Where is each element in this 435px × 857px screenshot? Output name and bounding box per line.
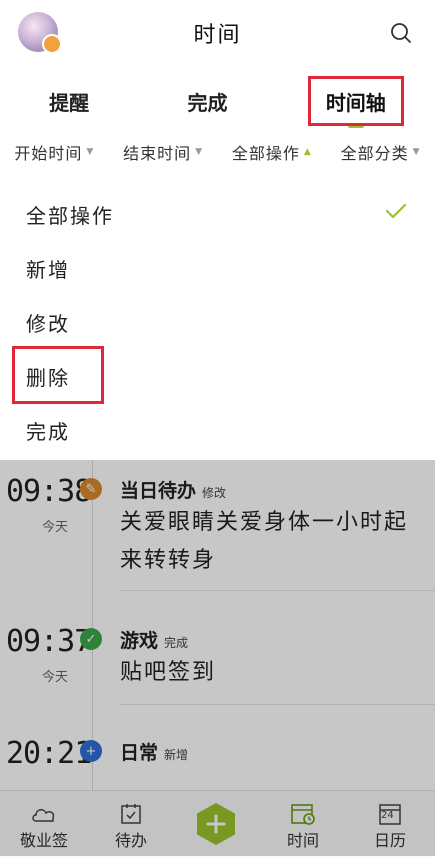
timeline-list: 09:38 今天 ✎ 当日待办 修改 关爱眼睛关爱身体一小时起来转转身 09:37… bbox=[0, 460, 435, 790]
entry-category-label: 游戏 bbox=[120, 630, 159, 652]
option-delete[interactable]: 删除 bbox=[26, 362, 70, 391]
entry-category: 当日待办 修改 bbox=[120, 476, 226, 503]
divider bbox=[120, 704, 435, 705]
add-hexagon-icon bbox=[197, 803, 235, 845]
caret-up-icon: ▲ bbox=[303, 147, 312, 157]
entry-action: 完成 bbox=[164, 636, 189, 650]
entry-time: 09:38 bbox=[6, 474, 92, 509]
nav-label: 时间 bbox=[286, 831, 319, 850]
filter-operation[interactable]: 全部操作 ▲ bbox=[232, 140, 312, 164]
nav-item-time[interactable]: 时间 bbox=[268, 801, 338, 851]
entry-category: 日常 新增 bbox=[120, 738, 188, 765]
entry-action: 修改 bbox=[202, 486, 227, 500]
check-circle-icon: ✓ bbox=[80, 628, 102, 650]
option-all-operations[interactable]: 全部操作 bbox=[26, 200, 114, 229]
option-complete[interactable]: 完成 bbox=[26, 416, 70, 445]
nav-label: 敬业签 bbox=[19, 831, 68, 850]
todo-check-icon bbox=[121, 804, 141, 824]
entry-category-label: 日常 bbox=[120, 742, 159, 764]
entry-time: 20:21 bbox=[6, 736, 92, 771]
option-add[interactable]: 新增 bbox=[26, 254, 70, 283]
filter-end-time[interactable]: 结束时间 ▼ bbox=[123, 140, 203, 164]
filter-label: 全部分类 bbox=[340, 144, 409, 163]
vip-badge-icon bbox=[42, 34, 62, 54]
tab-timeline[interactable]: 时间轴 bbox=[325, 87, 386, 128]
option-modify[interactable]: 修改 bbox=[26, 308, 70, 337]
entry-day: 今天 bbox=[42, 670, 69, 685]
filter-label: 结束时间 bbox=[123, 144, 192, 163]
nav-label: 待办 bbox=[114, 831, 147, 850]
search-icon[interactable] bbox=[389, 21, 413, 45]
entry-content: 关爱眼睛关爱身体一小时起来转转身 bbox=[120, 510, 409, 573]
calendar-day: 24 bbox=[381, 810, 394, 821]
bottom-nav: 敬业签 待办 时间 24 日历 bbox=[0, 790, 435, 857]
filter-start-time[interactable]: 开始时间 ▼ bbox=[14, 140, 94, 164]
filter-category[interactable]: 全部分类 ▼ bbox=[341, 140, 421, 164]
add-button[interactable] bbox=[193, 801, 239, 847]
entry-category: 游戏 完成 bbox=[120, 626, 188, 653]
caret-down-icon: ▼ bbox=[86, 147, 95, 157]
nav-label: 日历 bbox=[373, 831, 406, 850]
divider bbox=[120, 590, 435, 591]
nav-item-calendar[interactable]: 24 日历 bbox=[355, 801, 425, 851]
entry-category-label: 当日待办 bbox=[120, 480, 197, 502]
app-header: 时间 bbox=[0, 0, 435, 66]
filter-label: 全部操作 bbox=[231, 144, 300, 163]
filter-label: 开始时间 bbox=[14, 144, 83, 163]
tab-reminder[interactable]: 提醒 bbox=[49, 87, 89, 116]
entry-action: 新增 bbox=[164, 748, 189, 762]
tab-label: 提醒 bbox=[49, 90, 90, 115]
page-title: 时间 bbox=[193, 23, 242, 48]
check-icon bbox=[385, 203, 407, 219]
time-calendar-icon bbox=[291, 804, 315, 825]
tab-bar: 提醒 完成 时间轴 bbox=[0, 74, 435, 128]
active-tab-indicator bbox=[347, 123, 364, 128]
tab-label: 完成 bbox=[187, 90, 228, 115]
nav-item-jingyeqian[interactable]: 敬业签 bbox=[9, 801, 79, 851]
operation-dropdown: 全部操作 新增 修改 删除 完成 bbox=[0, 172, 435, 460]
tab-label: 时间轴 bbox=[325, 90, 386, 115]
plus-circle-icon: + bbox=[80, 740, 102, 762]
nav-item-todo[interactable]: 待办 bbox=[96, 801, 166, 851]
caret-down-icon: ▼ bbox=[195, 147, 204, 157]
entry-time: 09:37 bbox=[6, 624, 92, 659]
tab-completed[interactable]: 完成 bbox=[187, 87, 227, 116]
caret-down-icon: ▼ bbox=[412, 147, 421, 157]
cloud-note-icon bbox=[32, 809, 55, 822]
user-avatar[interactable] bbox=[18, 12, 62, 54]
entry-day: 今天 bbox=[42, 520, 69, 535]
entry-content: 贴吧签到 bbox=[120, 660, 217, 685]
filter-bar: 开始时间 ▼ 结束时间 ▼ 全部操作 ▲ 全部分类 ▼ bbox=[0, 134, 435, 170]
edit-icon: ✎ bbox=[80, 478, 102, 500]
